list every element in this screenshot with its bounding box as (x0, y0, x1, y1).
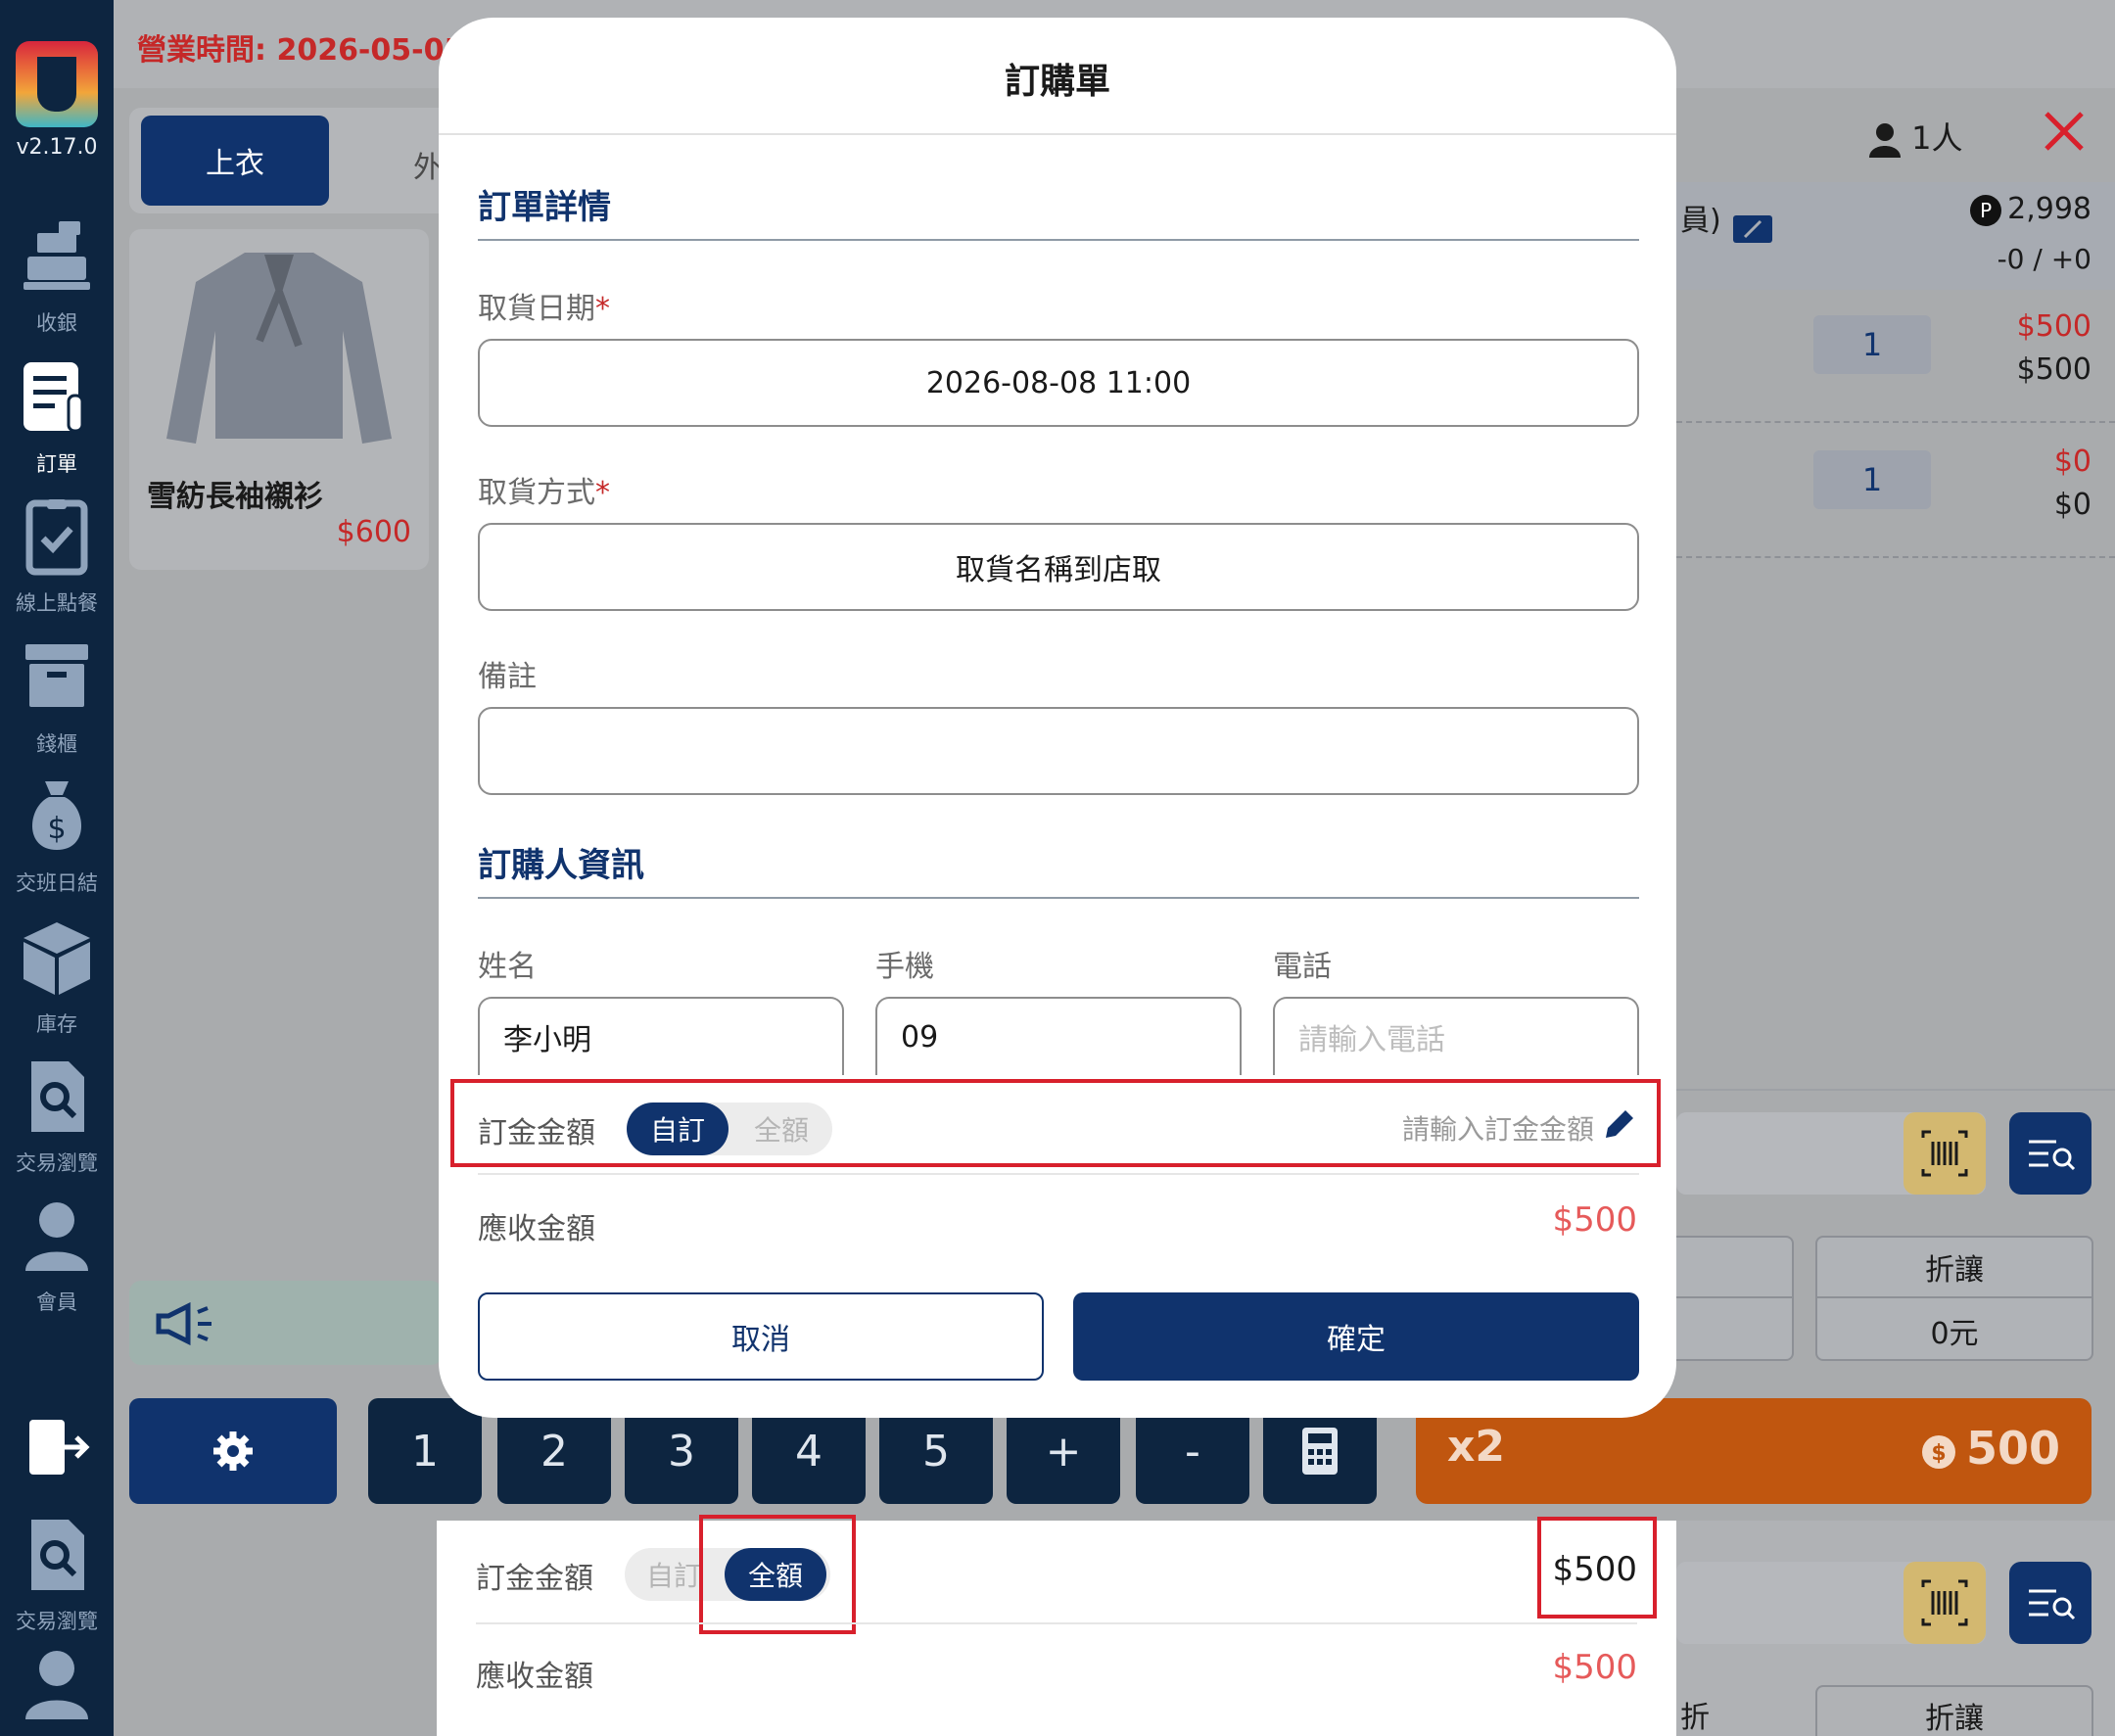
sidebar-item-cashier[interactable]: 收銀 (0, 217, 114, 345)
note-label: 備註 (478, 660, 537, 694)
receivable-value: $500 (1552, 1648, 1637, 1687)
checkout-amount: $ 500 (1921, 1422, 2060, 1475)
person-count[interactable]: 1人 (1868, 114, 1963, 159)
sidebar-item-logout[interactable] (0, 1410, 114, 1498)
cart-tools-divider (1676, 1089, 2115, 1091)
money-bag-icon: $ (31, 781, 82, 850)
numpad-key-1[interactable]: 1 (368, 1398, 482, 1504)
category-tab-tops[interactable]: 上衣 (141, 116, 329, 206)
points-badge: P (1970, 194, 2002, 226)
inventory-box-icon (24, 922, 90, 995)
original-price: $500 (2016, 309, 2092, 344)
discount-amount-title: 折讓 (1815, 1685, 2093, 1736)
order-icon (24, 362, 84, 433)
sidebar-item-orders[interactable]: 訂單 (0, 358, 114, 486)
pickup-date-field[interactable]: 2026-08-08 11:00 (478, 339, 1639, 427)
discount-amount-box[interactable]: 折讓 0元 (1815, 1236, 2093, 1361)
highlight-box-full (699, 1515, 856, 1634)
person-icon (1869, 123, 1901, 158)
search-list-icon (2029, 1589, 2076, 1620)
app-logo (16, 41, 98, 127)
coin-icon: $ (1921, 1434, 1955, 1469)
modal-title: 訂購單 (1004, 62, 1110, 102)
app-version: v2.17.0 (16, 135, 98, 160)
svg-text:$: $ (1931, 1441, 1946, 1466)
product-price: $600 (336, 515, 411, 549)
quantity-box[interactable]: 1 (1813, 450, 1931, 509)
product-card[interactable]: 雪紡長袖襯衫 $600 (129, 229, 429, 570)
name-field[interactable]: 李小明 (478, 997, 844, 1075)
svg-text:$: $ (47, 812, 66, 846)
barcode-icon (1921, 1579, 1968, 1626)
megaphone-icon (156, 1302, 212, 1345)
phone-label: 電話 (1273, 950, 1332, 984)
product-name: 雪紡長袖襯衫 (147, 480, 323, 514)
cart-row[interactable]: 1 $500 $500 (1676, 290, 2115, 423)
phone-field[interactable]: 請輸入電話 (1273, 997, 1639, 1075)
deposit-full-preview: 訂金金額 自訂 全額 $500 應收金額 $500 (437, 1515, 1676, 1736)
gear-icon (213, 1431, 253, 1471)
announcement-bar[interactable] (129, 1281, 443, 1365)
quantity-box[interactable]: 1 (1813, 315, 1931, 374)
business-time: 營業時間: 2026-05-05 (137, 33, 465, 68)
cash-register-icon (24, 221, 90, 290)
order-form-modal: 訂購單 訂單詳情 取貨日期* 2026-08-08 11:00 取貨方式* 取貨… (439, 18, 1676, 1418)
sidebar-item-shift-close[interactable]: $ 交班日結 (0, 777, 114, 905)
receivable-label: 應收金額 (476, 1660, 593, 1694)
highlight-box-amount (1537, 1517, 1657, 1619)
mobile-field[interactable]: 09 (875, 997, 1242, 1075)
section-buyer-info: 訂購人資訊 (478, 846, 644, 885)
online-order-icon (25, 499, 88, 576)
sidebar-item-member-2[interactable] (0, 1645, 114, 1736)
member-icon (25, 1651, 88, 1719)
member-icon (25, 1202, 88, 1271)
sidebar-item-member[interactable]: 會員 (0, 1196, 114, 1324)
logout-icon (29, 1420, 90, 1475)
product-image (166, 253, 392, 444)
checkout-multiplier: x2 (1447, 1422, 1505, 1472)
member-points: P 2,998 (1970, 192, 2092, 226)
receivable-value: $500 (1552, 1200, 1637, 1240)
coupon-icon[interactable] (1731, 211, 1774, 247)
sidebar-item-transactions[interactable]: 交易瀏覽 (0, 1057, 114, 1185)
cash-drawer-icon (25, 644, 88, 707)
settings-button[interactable] (129, 1398, 337, 1504)
confirm-button[interactable]: 確定 (1073, 1292, 1639, 1381)
receivable-label: 應收金額 (478, 1212, 595, 1246)
points-adjust: -0 / +0 (1997, 243, 2092, 275)
search-list-icon (2029, 1140, 2076, 1171)
calculator-icon (1302, 1428, 1338, 1475)
pickup-method-field[interactable]: 取貨名稱到店取 (478, 523, 1639, 611)
discount-percent-title: 折 (1680, 1701, 1710, 1735)
lower-cart-panel: 折 折讓 (1676, 1521, 2115, 1736)
final-price: $500 (2016, 352, 2092, 387)
transaction-search-icon (31, 1520, 84, 1590)
cart-row[interactable]: 1 $0 $0 (1676, 425, 2115, 558)
final-price: $0 (2053, 488, 2092, 522)
sidebar-item-online-order[interactable]: 線上點餐 (0, 497, 114, 625)
original-price: $0 (2053, 445, 2092, 479)
search-list-button[interactable] (2009, 1112, 2092, 1195)
close-icon[interactable] (2041, 108, 2088, 155)
transaction-search-icon (31, 1061, 84, 1132)
search-list-button[interactable] (2009, 1562, 2092, 1644)
highlight-box-deposit (450, 1079, 1661, 1167)
note-field[interactable] (478, 707, 1639, 795)
deposit-label: 訂金金額 (476, 1562, 593, 1596)
mobile-label: 手機 (875, 950, 934, 984)
barcode-scan-button[interactable] (1904, 1562, 1986, 1644)
sidebar-item-transactions-2[interactable]: 交易瀏覽 (0, 1516, 114, 1643)
sidebar: v2.17.0 收銀 訂單 線上點餐 錢櫃 $ 交班日結 庫存 交易瀏覽 會員 … (0, 0, 114, 1736)
name-label: 姓名 (478, 950, 537, 984)
pickup-date-label: 取貨日期* (478, 292, 610, 326)
cancel-button[interactable]: 取消 (478, 1292, 1044, 1381)
barcode-icon (1921, 1130, 1968, 1177)
section-order-details: 訂單詳情 (478, 188, 611, 227)
pickup-method-label: 取貨方式* (478, 476, 610, 510)
sidebar-item-inventory[interactable]: 庫存 (0, 918, 114, 1046)
barcode-scan-button[interactable] (1904, 1112, 1986, 1195)
sidebar-item-cash-drawer[interactable]: 錢櫃 (0, 638, 114, 766)
